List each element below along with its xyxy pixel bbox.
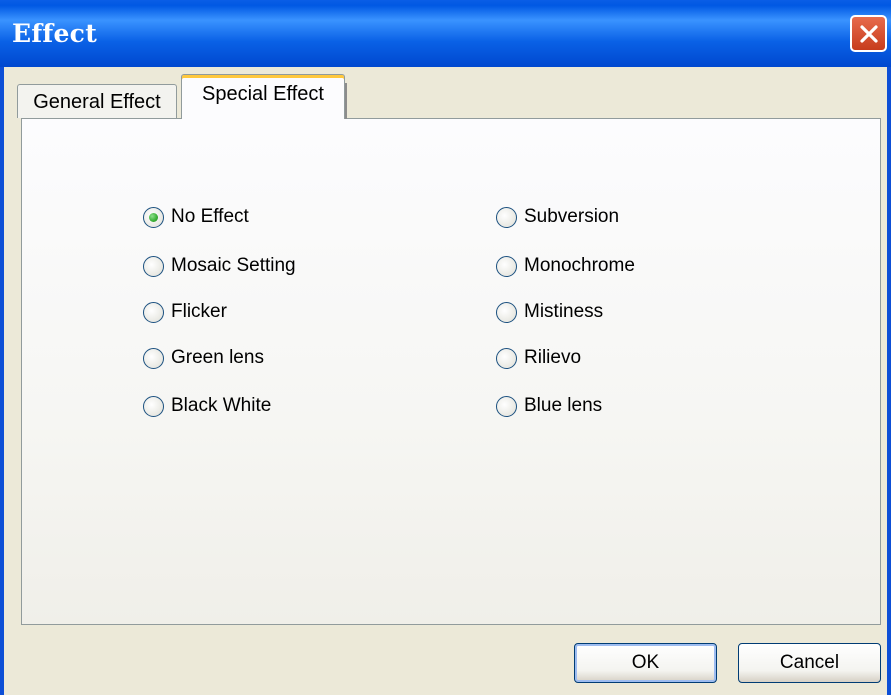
radio-unchecked-icon[interactable] (496, 206, 517, 228)
close-button[interactable] (850, 15, 887, 52)
radio-label: Subversion (524, 206, 620, 227)
special-effect-panel: No Effect Mosaic Setting Flicker Green l… (21, 118, 881, 625)
radio-green-lens[interactable]: Green lens (143, 345, 264, 371)
radio-unchecked-icon[interactable] (143, 255, 164, 277)
radio-blue-lens[interactable]: Blue lens (496, 393, 602, 419)
title-bar[interactable]: Effect (0, 0, 891, 67)
radio-unchecked-icon[interactable] (496, 255, 517, 277)
tab-general-effect[interactable]: General Effect (17, 84, 177, 118)
tab-label: General Effect (33, 91, 161, 113)
window-frame-right (887, 67, 891, 695)
radio-unchecked-icon[interactable] (496, 301, 517, 323)
radio-subversion[interactable]: Subversion (496, 204, 619, 230)
radio-label: No Effect (171, 206, 249, 227)
tab-special-effect[interactable]: Special Effect (181, 74, 347, 119)
close-icon (860, 25, 878, 43)
radio-flicker[interactable]: Flicker (143, 299, 227, 325)
window-frame-left (0, 67, 4, 695)
radio-black-white[interactable]: Black White (143, 393, 271, 419)
ok-button[interactable]: OK (574, 643, 717, 683)
radio-rilievo[interactable]: Rilievo (496, 345, 581, 371)
radio-label: Flicker (171, 301, 227, 322)
window-title: Effect (12, 19, 98, 48)
radio-mistiness[interactable]: Mistiness (496, 299, 603, 325)
radio-no-effect[interactable]: No Effect (143, 204, 249, 230)
radio-unchecked-icon[interactable] (496, 347, 517, 369)
radio-unchecked-icon[interactable] (143, 395, 164, 417)
radio-label: Black White (171, 395, 272, 416)
tab-label: Special Effect (202, 83, 324, 105)
radio-label: Rilievo (524, 347, 582, 368)
cancel-button[interactable]: Cancel (738, 643, 881, 683)
radio-unchecked-icon[interactable] (496, 395, 517, 417)
radio-label: Mosaic Setting (171, 255, 296, 276)
radio-unchecked-icon[interactable] (143, 301, 164, 323)
radio-label: Monochrome (524, 255, 635, 276)
radio-mosaic-setting[interactable]: Mosaic Setting (143, 253, 296, 279)
radio-unchecked-icon[interactable] (143, 347, 164, 369)
radio-label: Blue lens (524, 395, 603, 416)
radio-monochrome[interactable]: Monochrome (496, 253, 635, 279)
radio-checked-icon[interactable] (143, 206, 164, 228)
radio-label: Mistiness (524, 301, 604, 322)
radio-label: Green lens (171, 347, 264, 368)
